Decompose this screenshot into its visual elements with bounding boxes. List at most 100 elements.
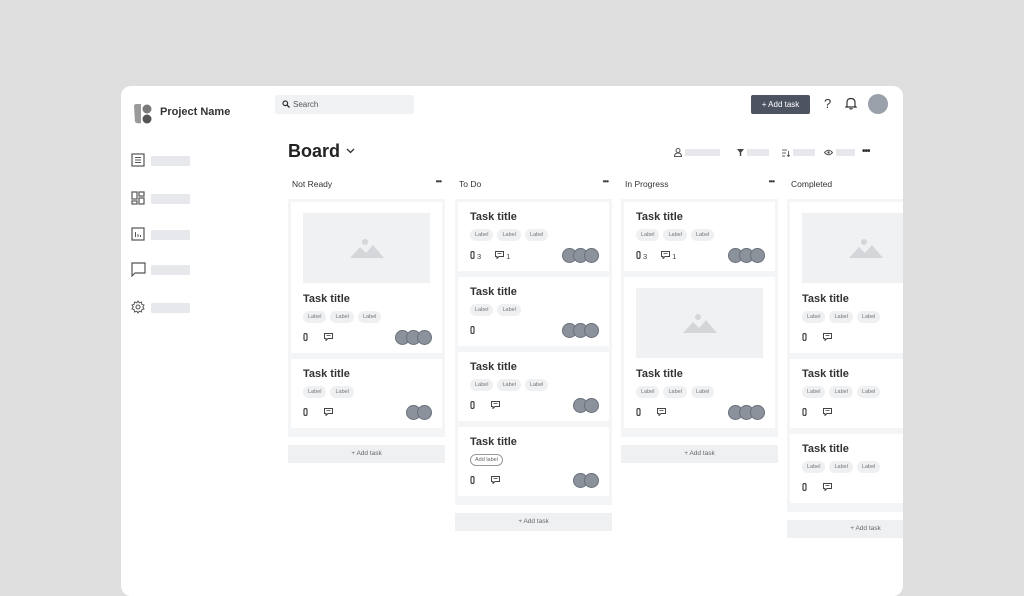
label-tag[interactable]: Label <box>829 311 853 323</box>
label-tag[interactable]: Label <box>524 379 549 391</box>
more-options-button[interactable]: ••• <box>862 146 870 157</box>
add-task-button[interactable]: + Add task <box>787 520 903 538</box>
comments[interactable] <box>491 476 502 486</box>
comments[interactable] <box>823 408 834 418</box>
task-card[interactable]: Task title Label Label Label <box>624 277 775 428</box>
label-tag[interactable]: Label <box>470 379 494 391</box>
task-card[interactable]: Task title Label Label Label <box>291 202 442 353</box>
task-card[interactable]: Task title Add label <box>458 427 609 496</box>
task-card[interactable]: Task title Label Label <box>458 277 609 346</box>
label-tag[interactable]: Label <box>303 311 327 323</box>
task-card[interactable]: Task title Label Label Label <box>790 202 903 353</box>
attachments[interactable] <box>802 332 809 343</box>
label-tag[interactable]: Label <box>470 229 494 241</box>
attachments[interactable] <box>470 475 477 486</box>
task-card[interactable]: Task title Label Label Label <box>790 434 903 503</box>
comments[interactable] <box>491 401 502 411</box>
add-task-button[interactable]: + Add task <box>621 445 778 463</box>
label-tag[interactable]: Label <box>636 386 660 398</box>
label-tag[interactable]: Label <box>663 229 687 241</box>
sidebar-item-documents[interactable] <box>131 153 191 169</box>
task-card[interactable]: Task title Label Label Label 3 1 <box>458 202 609 271</box>
label-tag[interactable]: Label <box>497 379 521 391</box>
label-tag[interactable]: Label <box>829 386 853 398</box>
sidebar-item-messages[interactable] <box>131 262 191 278</box>
comments[interactable] <box>657 408 668 418</box>
assignee-avatar[interactable] <box>750 405 765 420</box>
label-list: Label Label <box>470 304 597 316</box>
label-tag[interactable]: Label <box>497 304 521 316</box>
bell-icon[interactable] <box>845 97 857 110</box>
add-task-button[interactable]: + Add task <box>455 513 612 531</box>
comments[interactable]: 1 <box>495 251 510 261</box>
assignee-filter[interactable] <box>674 148 720 158</box>
task-card[interactable]: Task title Label Label Label <box>458 352 609 421</box>
help-icon[interactable]: ? <box>824 96 831 111</box>
filter-button[interactable] <box>737 148 769 158</box>
comments[interactable] <box>324 408 335 418</box>
gear-icon <box>131 300 145 314</box>
attachments[interactable] <box>470 325 477 336</box>
comments[interactable] <box>823 483 834 493</box>
sidebar-item-reports[interactable] <box>131 227 191 243</box>
label-tag[interactable]: Label <box>497 229 521 241</box>
task-title: Task title <box>470 361 517 373</box>
sidebar-item-settings[interactable] <box>131 300 191 316</box>
attachments[interactable] <box>303 407 310 418</box>
task-card[interactable]: Task title Label Label Label 3 1 <box>624 202 775 271</box>
label-tag[interactable]: Label <box>690 386 715 398</box>
label-tag[interactable]: Label <box>856 386 881 398</box>
task-card[interactable]: Task title Label Label <box>291 359 442 428</box>
task-title: Task title <box>470 286 517 298</box>
attachments[interactable] <box>636 407 643 418</box>
label-tag[interactable]: Label <box>330 311 354 323</box>
assignee-avatar[interactable] <box>417 330 432 345</box>
user-avatar[interactable] <box>868 94 888 114</box>
label-tag[interactable]: Label <box>524 229 549 241</box>
column-more-button[interactable]: ••• <box>603 177 609 186</box>
assignee-avatar[interactable] <box>584 323 599 338</box>
label-tag[interactable]: Label <box>829 461 853 473</box>
label-tag[interactable]: Label <box>802 386 826 398</box>
add-label-button[interactable]: Add label <box>470 454 503 466</box>
attachments[interactable] <box>802 407 809 418</box>
add-task-button[interactable]: + Add task <box>288 445 445 463</box>
assignee-avatar[interactable] <box>584 473 599 488</box>
task-title: Task title <box>303 368 350 380</box>
label-tag[interactable]: Label <box>856 461 881 473</box>
comments[interactable] <box>324 333 335 343</box>
label-tag[interactable]: Label <box>802 461 826 473</box>
attachments[interactable] <box>303 332 310 343</box>
chevron-down-icon[interactable] <box>346 148 355 154</box>
assignee-avatar[interactable] <box>584 398 599 413</box>
comments[interactable]: 1 <box>661 251 676 261</box>
column-body: Task title Label Label Label Task title Label… <box>288 199 445 437</box>
label-tag[interactable]: Label <box>802 311 826 323</box>
comments[interactable] <box>823 333 834 343</box>
column-more-button[interactable]: ••• <box>436 177 442 186</box>
sidebar-item-board[interactable] <box>131 191 191 207</box>
search-input[interactable]: Search <box>275 95 414 114</box>
label-tag[interactable]: Label <box>663 386 687 398</box>
label-tag[interactable]: Label <box>856 311 881 323</box>
label-tag[interactable]: Label <box>470 304 494 316</box>
attachments[interactable] <box>802 482 809 493</box>
assignee-avatar[interactable] <box>417 405 432 420</box>
attachments[interactable] <box>470 400 477 411</box>
assignee-avatar[interactable] <box>750 248 765 263</box>
label-tag[interactable]: Label <box>636 229 660 241</box>
task-card[interactable]: Task title Label Label Label <box>790 359 903 428</box>
assignee-avatar[interactable] <box>584 248 599 263</box>
sort-button[interactable] <box>782 148 815 158</box>
attachments[interactable]: 3 <box>636 250 647 261</box>
column-title: To Do <box>459 179 482 189</box>
label-tag[interactable]: Label <box>357 311 382 323</box>
attachments[interactable]: 3 <box>470 250 481 261</box>
column-body: Task title Label Label Label Task title Label… <box>787 199 903 512</box>
label-tag[interactable]: Label <box>303 386 327 398</box>
add-task-button[interactable]: + Add task <box>751 95 810 114</box>
label-tag[interactable]: Label <box>690 229 715 241</box>
label-tag[interactable]: Label <box>330 386 354 398</box>
column-more-button[interactable]: ••• <box>769 177 775 186</box>
view-button[interactable] <box>824 148 855 158</box>
